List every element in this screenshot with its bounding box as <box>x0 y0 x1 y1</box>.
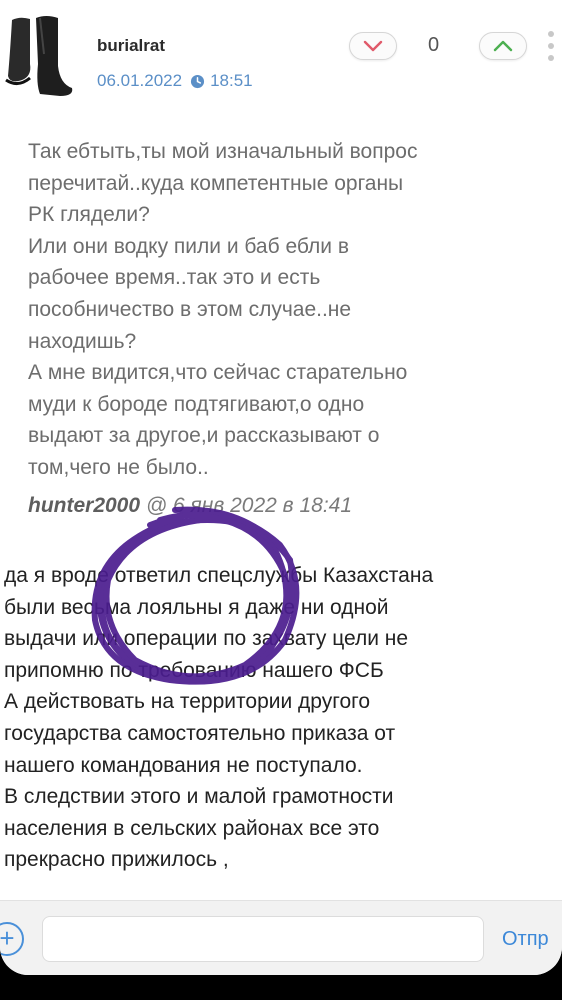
vote-count: 0 <box>428 34 440 56</box>
reply-input[interactable] <box>42 916 484 962</box>
quote-timestamp: @ 6 янв 2022 в 18:41 <box>145 494 353 517</box>
post-time: 18:51 <box>210 71 253 90</box>
post-date: 06.01.2022 <box>97 71 183 90</box>
post-meta: 06.01.2022 18:51 <box>97 71 253 91</box>
quoted-text: Так ебтыть,ты мой изначальный вопрос пер… <box>28 140 418 479</box>
username[interactable]: burialrat <box>97 36 165 56</box>
comment-body: да я вроде ответил спецслужбы Казахстана… <box>4 564 434 872</box>
chevron-down-icon <box>363 40 383 52</box>
vertical-dots-icon[interactable] <box>544 28 558 68</box>
send-button[interactable]: Отпр <box>502 928 549 951</box>
quote-author[interactable]: hunter2000 <box>28 494 140 517</box>
avatar[interactable] <box>0 14 78 100</box>
downvote-button[interactable] <box>349 32 397 60</box>
quote-attribution: hunter2000 @ 6 янв 2022 в 18:41 <box>28 494 352 518</box>
chevron-up-icon <box>493 40 513 52</box>
upvote-button[interactable] <box>479 32 527 60</box>
comment-screen: burialrat 06.01.2022 18:51 0 Так ебтыть,… <box>0 0 562 975</box>
clock-icon <box>191 74 205 88</box>
